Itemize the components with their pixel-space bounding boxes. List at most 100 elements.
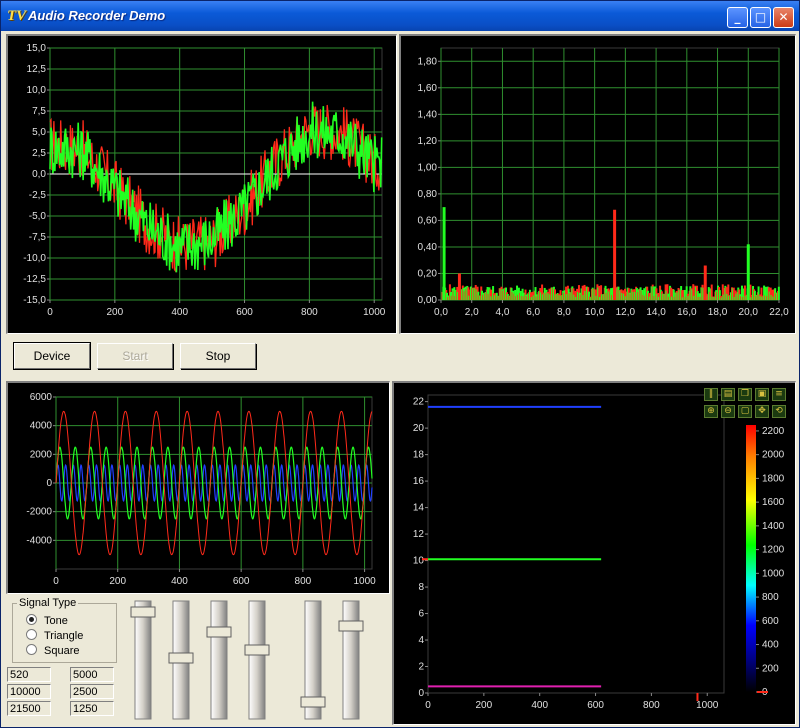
- y-tick-label: 0,00: [418, 295, 438, 306]
- x-tick-label: 400: [531, 700, 548, 711]
- y-tick-label: -2000: [26, 507, 52, 518]
- print-icon[interactable]: ▤: [721, 388, 735, 401]
- y-tick-label: 7,5: [32, 106, 46, 117]
- radio-selected-icon[interactable]: [26, 614, 37, 625]
- copy-icon[interactable]: ❐: [738, 388, 752, 401]
- y-tick-label: 1,20: [418, 136, 438, 147]
- x-tick-label: 20,0: [739, 307, 759, 318]
- spectrum-chart: 1,80 1,60 1,40 1,20 1,00 0,80 0,60 0,40 0,20 0,00…: [399, 34, 796, 334]
- x-tick-label: 0: [47, 307, 53, 318]
- y-tick-label: 1,40: [418, 109, 438, 120]
- amplitude-field[interactable]: 2500: [70, 684, 114, 699]
- radio-square[interactable]: Square: [26, 644, 79, 657]
- slider-thumb[interactable]: [206, 626, 232, 638]
- save-icon[interactable]: ▣: [755, 388, 769, 401]
- slider-group: [130, 600, 364, 720]
- pause-icon[interactable]: ‖: [704, 388, 718, 401]
- x-tick-label: 0: [425, 700, 431, 711]
- x-tick-label: 10,0: [585, 307, 605, 318]
- stop-button[interactable]: Stop: [180, 343, 256, 369]
- slider-thumb[interactable]: [130, 606, 156, 618]
- slider[interactable]: [244, 600, 270, 720]
- y-tick-label: -12,5: [23, 274, 46, 285]
- radio-icon[interactable]: [26, 644, 37, 655]
- y-tick-label: 12,5: [27, 64, 47, 75]
- y-tick-label: -15,0: [23, 295, 46, 306]
- app-window: TV Audio Recorder Demo _ □ ✕ 15,0 12,5 10,…: [0, 0, 800, 728]
- close-icon: ✕: [778, 10, 789, 24]
- x-tick-label: 16,0: [677, 307, 697, 318]
- window-title: Audio Recorder Demo: [28, 8, 166, 23]
- y-tick-label: 14: [413, 503, 425, 514]
- x-tick-label: 2,0: [465, 307, 479, 318]
- x-tick-label: 1000: [353, 576, 376, 587]
- slider[interactable]: [130, 600, 156, 720]
- radio-triangle[interactable]: Triangle: [26, 629, 83, 642]
- y-tick-label: 0,80: [418, 189, 438, 200]
- radio-icon[interactable]: [26, 629, 37, 640]
- y-tick-label: 10,0: [27, 85, 47, 96]
- colorbar-tick-label: 2200: [762, 426, 785, 437]
- spectrum-plot: 1,80 1,60 1,40 1,20 1,00 0,80 0,60 0,40 0,20 0,00…: [418, 47, 789, 318]
- zoom-in-icon[interactable]: ⊕: [704, 405, 718, 418]
- y-tick-label: 5,0: [32, 127, 46, 138]
- slider-thumb[interactable]: [168, 652, 194, 664]
- y-tick-label: 2: [418, 662, 424, 673]
- colorbar-tick-label: 1000: [762, 568, 785, 579]
- chart-toolbar: ‖ ▤ ❐ ▣ ≡ ⊕ ⊖ ▢ ✥ ⟲: [704, 388, 786, 420]
- slider[interactable]: [168, 600, 194, 720]
- colorbar: [746, 425, 756, 692]
- y-tick-label: 0,20: [418, 268, 438, 279]
- y-tick-label: 0: [418, 688, 424, 699]
- x-tick-label: 600: [236, 307, 253, 318]
- y-tick-label: 8: [418, 582, 424, 593]
- device-button[interactable]: Device: [13, 342, 91, 370]
- slider[interactable]: [338, 600, 364, 720]
- start-button[interactable]: Start: [97, 343, 173, 369]
- signal-type-title: Signal Type: [17, 597, 79, 609]
- frequency-field[interactable]: 520: [7, 667, 51, 682]
- title-bar[interactable]: TV Audio Recorder Demo _ □ ✕: [1, 1, 799, 31]
- close-button[interactable]: ✕: [773, 7, 794, 28]
- waveform-plot: 15,0 12,5 10,0 7,5 5,0 2,5 0,0 -2,5 -5,0 -7,5 -10,…: [23, 43, 386, 318]
- zoom-box-icon[interactable]: ▢: [738, 405, 752, 418]
- radio-tone[interactable]: Tone: [26, 614, 68, 627]
- slider-thumb[interactable]: [300, 696, 326, 708]
- reset-zoom-icon[interactable]: ⟲: [772, 405, 786, 418]
- pan-icon[interactable]: ✥: [755, 405, 769, 418]
- waveform-chart: 15,0 12,5 10,0 7,5 5,0 2,5 0,0 -2,5 -5,0 -7,5 -10,…: [6, 34, 397, 334]
- y-tick-label: -7,5: [29, 232, 47, 243]
- slider[interactable]: [206, 600, 232, 720]
- x-tick-label: 6,0: [526, 307, 540, 318]
- plot-area: [427, 394, 725, 694]
- zoom-out-icon[interactable]: ⊖: [721, 405, 735, 418]
- colorbar-tick-label: 400: [762, 640, 779, 651]
- y-tick-label: 10: [413, 556, 425, 567]
- amplitude-field[interactable]: 5000: [70, 667, 114, 682]
- signal-plot: 6000 4000 2000 0 -2000 -4000 0 200 400 600 800 1000: [26, 392, 376, 587]
- frequency-field[interactable]: 21500: [7, 701, 51, 716]
- x-tick-label: 200: [109, 576, 126, 587]
- x-tick-label: 14,0: [646, 307, 666, 318]
- x-tick-label: 1000: [696, 700, 719, 711]
- maximize-button[interactable]: □: [750, 7, 771, 28]
- slider[interactable]: [300, 600, 326, 720]
- x-tick-label: 22,0: [769, 307, 789, 318]
- y-tick-label: 20: [413, 423, 425, 434]
- y-tick-label: 2000: [30, 449, 53, 460]
- colorbar-tick-label: 1400: [762, 521, 785, 532]
- radio-label: Square: [44, 645, 80, 657]
- x-tick-label: 0,0: [434, 307, 448, 318]
- y-tick-label: -10,0: [23, 253, 46, 264]
- x-tick-label: 800: [301, 307, 318, 318]
- x-tick-label: 400: [171, 576, 188, 587]
- maximize-icon: □: [754, 10, 767, 24]
- amplitude-field[interactable]: 1250: [70, 701, 114, 716]
- slider-thumb[interactable]: [338, 620, 364, 632]
- x-tick-label: 800: [295, 576, 312, 587]
- minimize-button[interactable]: _: [727, 7, 748, 28]
- settings-icon[interactable]: ≡: [772, 388, 786, 401]
- slider-thumb[interactable]: [244, 644, 270, 656]
- frequency-field[interactable]: 10000: [7, 684, 51, 699]
- minimize-icon: _: [734, 10, 741, 24]
